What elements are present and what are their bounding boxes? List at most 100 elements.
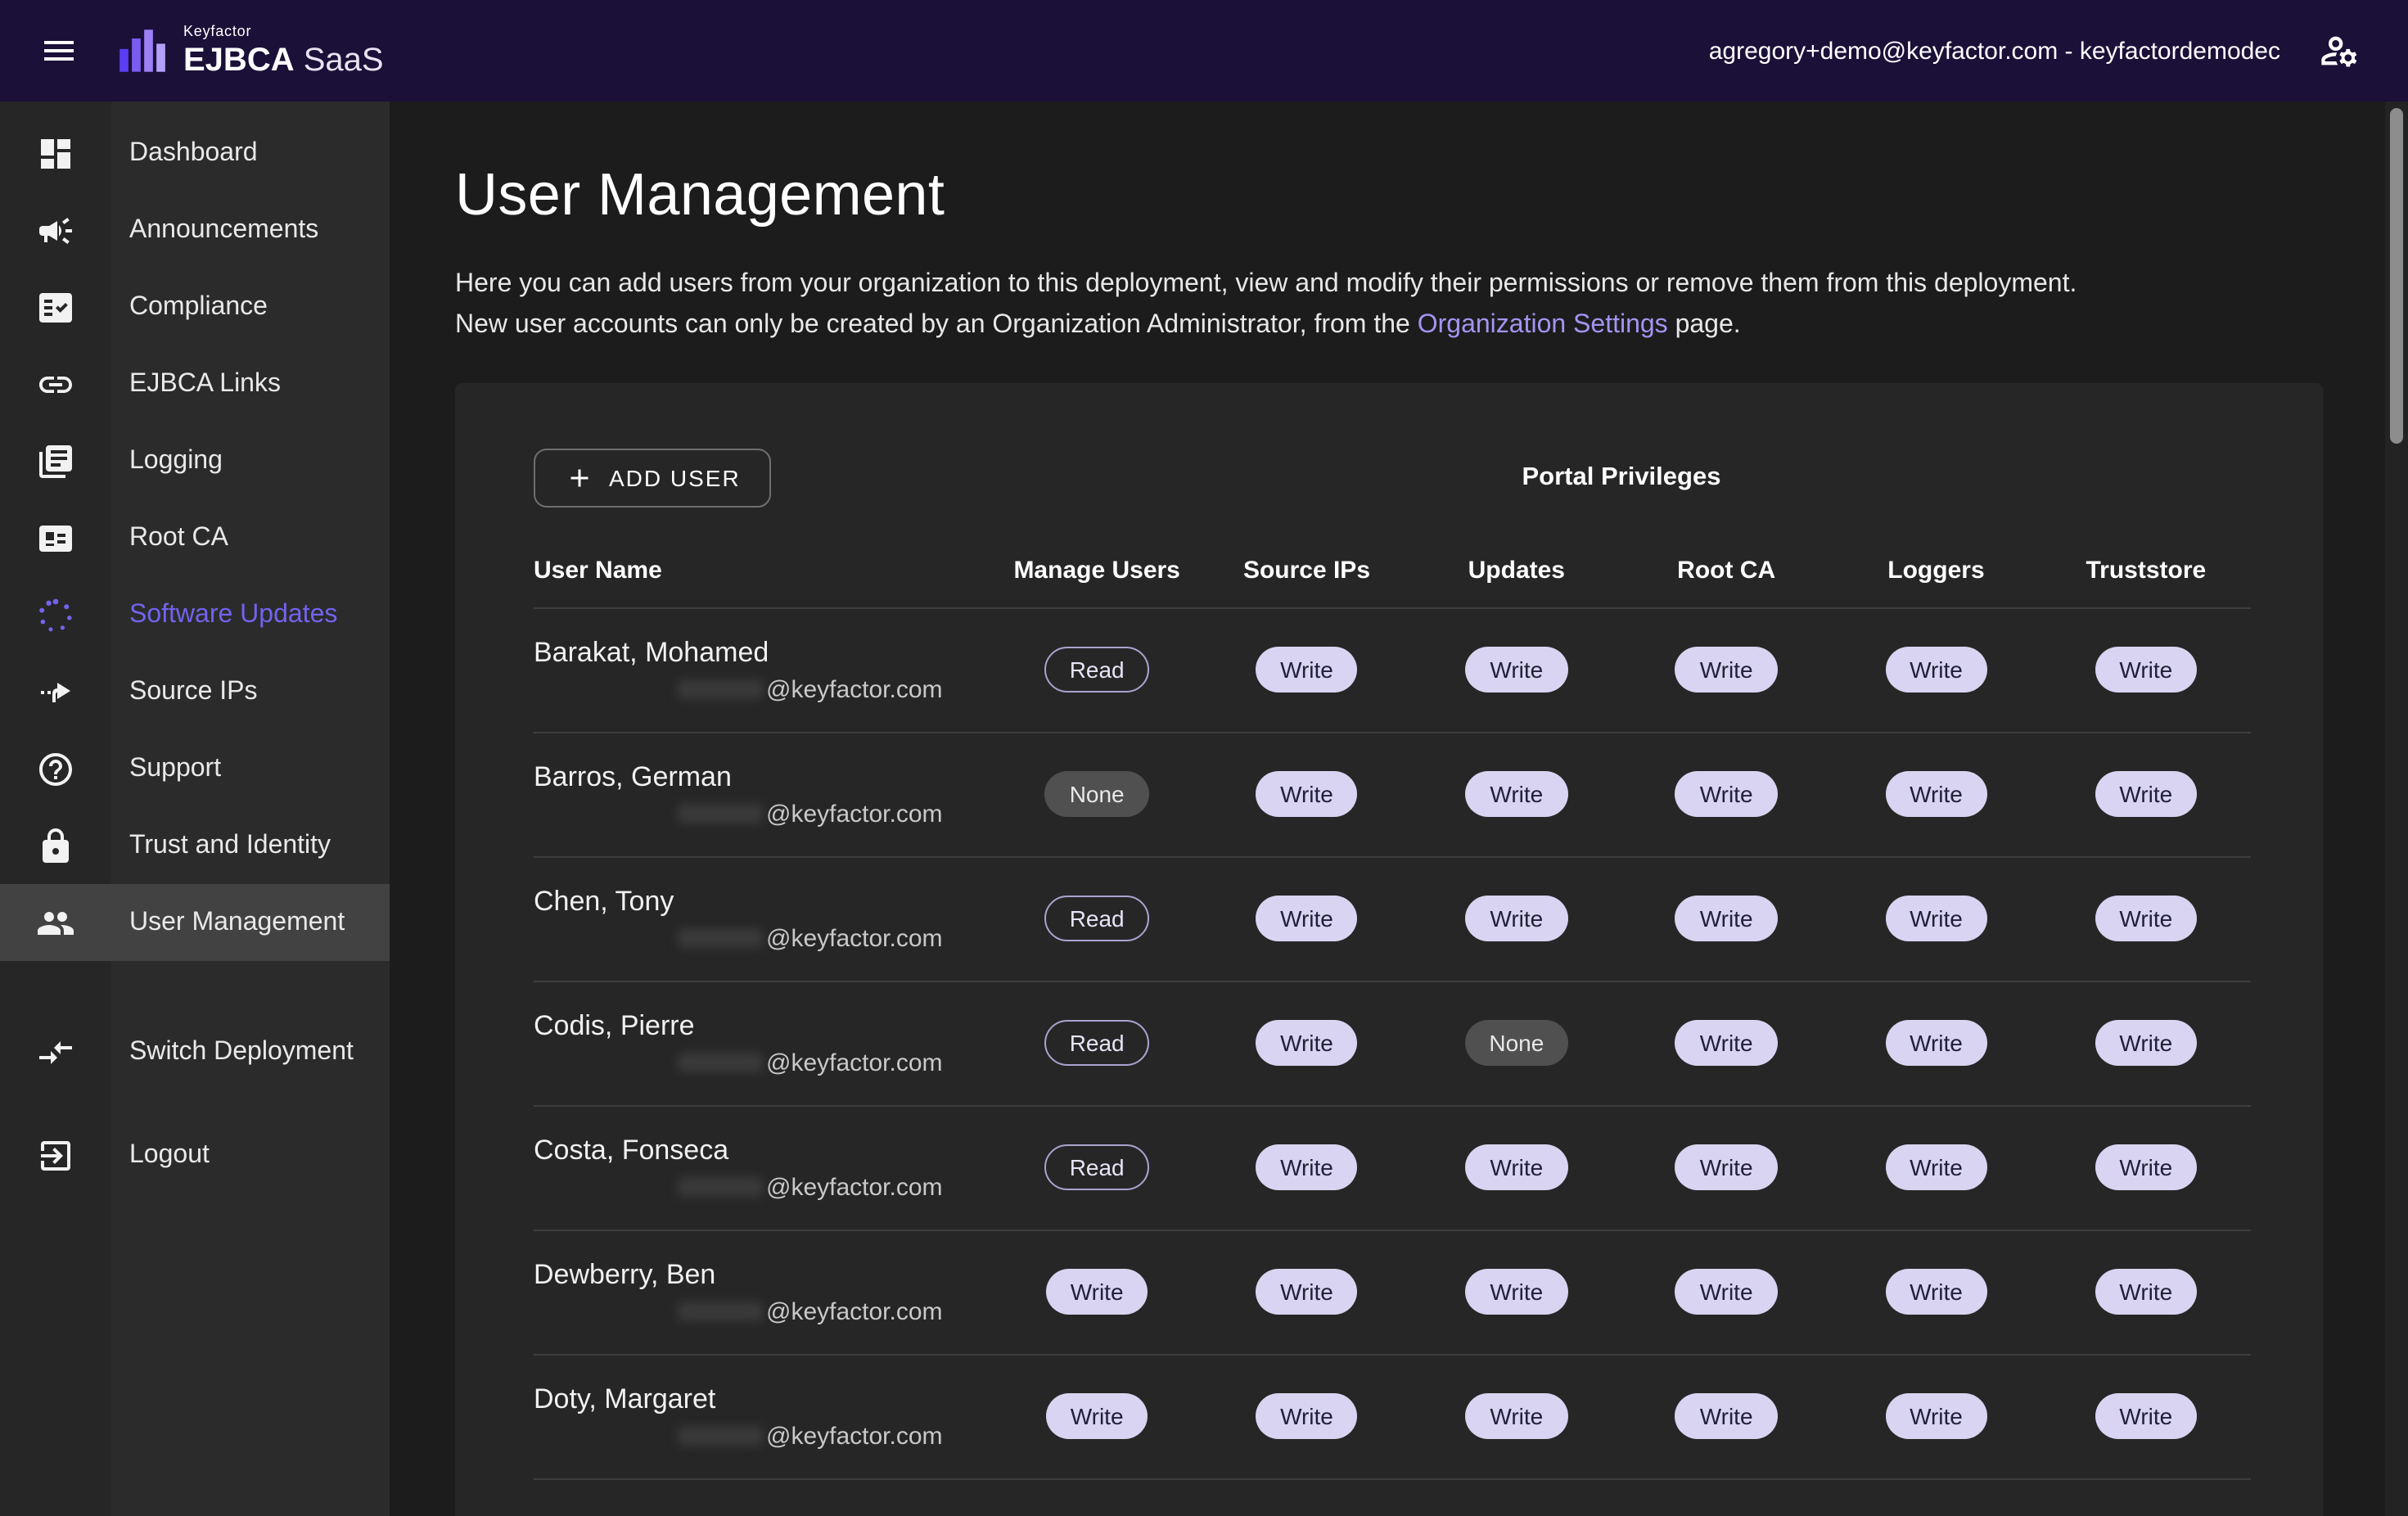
privilege-pill-manage-users[interactable]: Write [1046, 1269, 1148, 1315]
add-user-button[interactable]: ADD USER [534, 448, 772, 507]
privilege-pill-root-ca[interactable]: Write [1675, 1393, 1778, 1439]
privilege-pill-root-ca[interactable]: Write [1675, 1020, 1778, 1066]
column-header-user-name: User Name [534, 556, 992, 584]
sidebar-item-root-ca[interactable]: Root CA [0, 499, 390, 576]
privilege-pill-source-ips[interactable]: Write [1256, 647, 1358, 693]
sidebar-item-label: Logout [111, 1140, 210, 1170]
sidebar-item-software-updates[interactable]: Software Updates [0, 576, 390, 653]
privilege-pill-truststore[interactable]: Write [2095, 1020, 2197, 1066]
privilege-pill-loggers[interactable]: Write [1885, 1393, 1987, 1439]
page-scrollbar[interactable] [2385, 102, 2408, 1516]
privilege-pill-loggers[interactable]: Write [1885, 1020, 1987, 1066]
privilege-pill-root-ca[interactable]: Write [1675, 1144, 1778, 1190]
page-title: User Management [455, 160, 2323, 229]
user-name: Barros, German [534, 760, 992, 793]
user-email: @keyfactor.com [678, 675, 992, 703]
hamburger-icon [39, 31, 79, 70]
keyfactor-logo-icon [118, 26, 167, 75]
privilege-pill-root-ca[interactable]: Write [1675, 896, 1778, 941]
privilege-pill-source-ips[interactable]: Write [1256, 1144, 1358, 1190]
privilege-pill-manage-users[interactable]: Read [1045, 896, 1149, 941]
sidebar-item-label: Source IPs [111, 677, 258, 706]
sidebar-item-dashboard[interactable]: Dashboard [0, 115, 390, 192]
sidebar-item-logging[interactable]: Logging [0, 422, 390, 499]
table-header-row: User NameManage UsersSource IPsUpdatesRo… [534, 556, 2251, 608]
redacted-email-local [678, 804, 763, 823]
privilege-pill-root-ca[interactable]: Write [1675, 1269, 1778, 1315]
user-email: @keyfactor.com [678, 924, 992, 952]
sidebar-item-user-management[interactable]: User Management [0, 884, 390, 961]
menu-button[interactable] [26, 18, 92, 83]
privilege-pill-root-ca[interactable]: Write [1675, 771, 1778, 817]
privilege-pill-manage-users[interactable]: Read [1045, 1144, 1149, 1190]
column-header-root-ca: Root CA [1621, 556, 1831, 584]
privilege-pill-truststore[interactable]: Write [2095, 647, 2197, 693]
user-name: Chen, Tony [534, 885, 992, 918]
sidebar-item-label: Trust and Identity [111, 831, 331, 860]
privilege-pill-loggers[interactable]: Write [1885, 771, 1987, 817]
privilege-pill-source-ips[interactable]: Write [1256, 1393, 1358, 1439]
privilege-pill-loggers[interactable]: Write [1885, 647, 1987, 693]
redacted-email-local [678, 1426, 763, 1446]
privilege-pill-loggers[interactable]: Write [1885, 1144, 1987, 1190]
privilege-pill-updates[interactable]: Write [1465, 1144, 1567, 1190]
privilege-pill-loggers[interactable]: Write [1885, 896, 1987, 941]
sidebar-item-label: Announcements [111, 215, 318, 245]
manage-account-button[interactable] [2307, 18, 2372, 83]
dashboard-icon [36, 133, 75, 173]
sidebar-item-support[interactable]: Support [0, 730, 390, 807]
email-domain: @keyfactor.com [766, 675, 943, 703]
sidebar-item-ejbca-links[interactable]: EJBCA Links [0, 345, 390, 422]
sidebar-item-switch-deployment[interactable]: Switch Deployment [0, 1013, 390, 1090]
privilege-pill-updates[interactable]: Write [1465, 771, 1567, 817]
privilege-pill-updates[interactable]: Write [1465, 1393, 1567, 1439]
privilege-pill-truststore[interactable]: Write [2095, 1144, 2197, 1190]
privilege-pill-truststore[interactable]: Write [2095, 1269, 2197, 1315]
sidebar-item-trust-and-identity[interactable]: Trust and Identity [0, 807, 390, 884]
privilege-pill-source-ips[interactable]: Write [1256, 896, 1358, 941]
privilege-pill-loggers[interactable]: Write [1885, 1269, 1987, 1315]
privilege-pill-manage-users[interactable]: Read [1045, 647, 1149, 693]
privilege-pill-manage-users[interactable]: None [1045, 771, 1149, 817]
user-cell: Chen, Tony @keyfactor.com [534, 885, 992, 952]
sidebar-item-announcements[interactable]: Announcements [0, 192, 390, 268]
user-cell: Barros, German @keyfactor.com [534, 760, 992, 828]
plus-icon [565, 462, 594, 492]
account-label: agregory+demo@keyfactor.com - keyfactord… [1709, 37, 2280, 65]
sidebar-nav-list: Dashboard Announcements ComplianceEJBCA Li… [0, 115, 390, 961]
email-domain: @keyfactor.com [766, 1297, 943, 1325]
users-icon [36, 903, 75, 942]
column-header-manage-users: Manage Users [992, 556, 1202, 584]
sidebar-item-logout[interactable]: Logout [0, 1117, 390, 1193]
privilege-pill-manage-users[interactable]: Write [1046, 1393, 1148, 1439]
privilege-pill-updates[interactable]: None [1464, 1020, 1568, 1066]
privilege-pill-manage-users[interactable]: Read [1045, 1020, 1149, 1066]
user-name: Costa, Fonseca [534, 1134, 992, 1166]
privilege-pill-truststore[interactable]: Write [2095, 1393, 2197, 1439]
privilege-pill-truststore[interactable]: Write [2095, 771, 2197, 817]
privilege-pill-truststore[interactable]: Write [2095, 896, 2197, 941]
redacted-email-local [678, 679, 763, 699]
lock-icon [36, 826, 75, 865]
privilege-pill-root-ca[interactable]: Write [1675, 647, 1778, 693]
sidebar-item-compliance[interactable]: Compliance [0, 268, 390, 345]
privilege-pill-source-ips[interactable]: Write [1256, 771, 1358, 817]
user-email: @keyfactor.com [678, 1173, 992, 1201]
privilege-pill-source-ips[interactable]: Write [1256, 1269, 1358, 1315]
privilege-pill-updates[interactable]: Write [1465, 1269, 1567, 1315]
sidebar-item-source-ips[interactable]: Source IPs [0, 653, 390, 730]
privilege-pill-updates[interactable]: Write [1465, 896, 1567, 941]
user-row: Codis, Pierre @keyfactor.com ReadWriteNo… [534, 981, 2251, 1106]
scrollbar-thumb[interactable] [2390, 108, 2403, 444]
rootca-icon [36, 518, 75, 557]
user-cell: Costa, Fonseca @keyfactor.com [534, 1134, 992, 1201]
privilege-pill-updates[interactable]: Write [1465, 647, 1567, 693]
user-name: Doty, Margaret [534, 1383, 992, 1415]
privilege-pill-source-ips[interactable]: Write [1256, 1020, 1358, 1066]
organization-settings-link[interactable]: Organization Settings [1418, 311, 1668, 339]
sidebar-item-label: Dashboard [111, 138, 258, 168]
updates-icon [36, 595, 75, 634]
sidebar: Dashboard Announcements ComplianceEJBCA Li… [0, 102, 390, 1516]
redacted-email-local [678, 928, 763, 948]
user-email: @keyfactor.com [678, 1297, 992, 1325]
